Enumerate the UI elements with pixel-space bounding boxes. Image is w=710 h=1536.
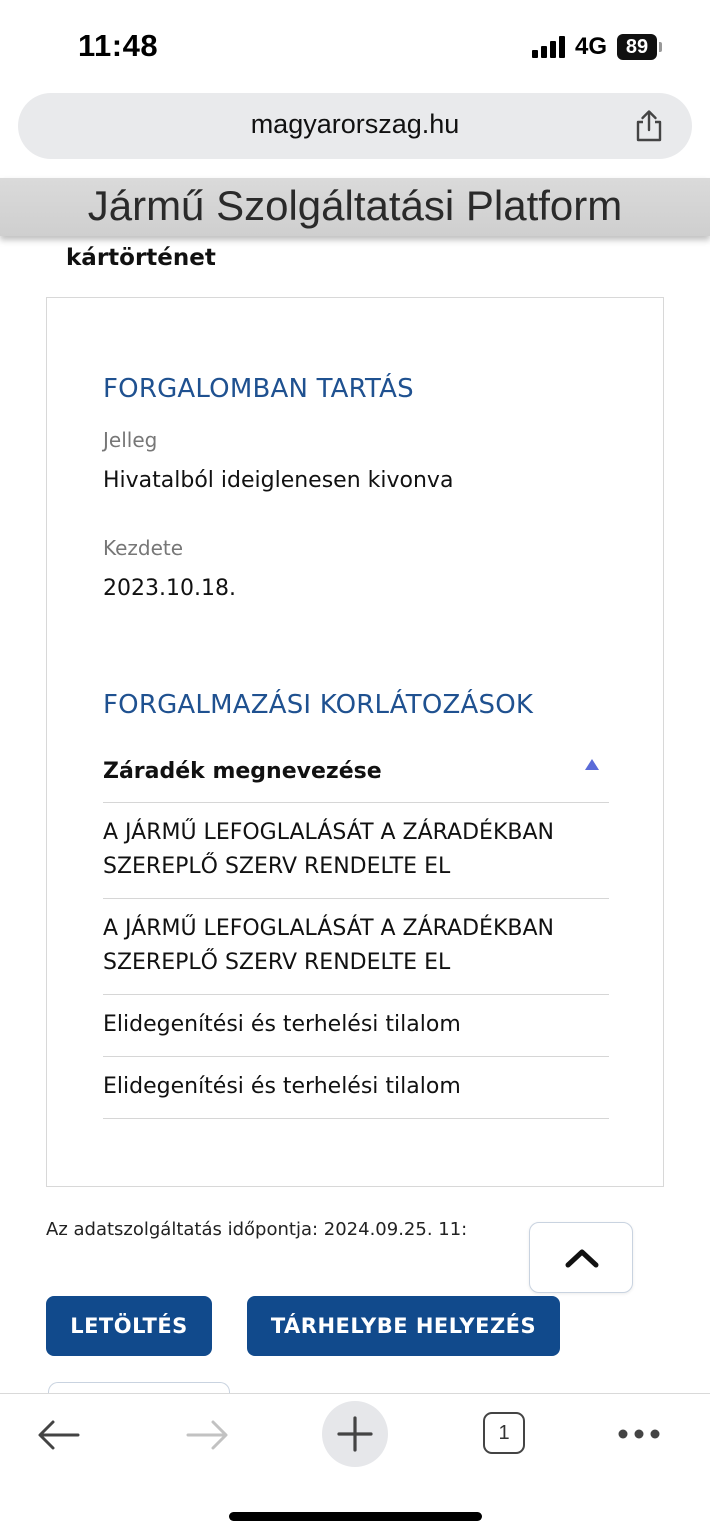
share-icon[interactable] [632,109,666,143]
traffic-status-heading: FORGALOMBAN TARTÁS [103,374,414,404]
table-row: A JÁRMŰ LEFOGLALÁSÁT A ZÁRADÉKBAN SZEREP… [103,899,609,995]
tab-switcher-icon[interactable]: 1 [483,1412,525,1454]
restrictions-heading: FORGALMAZÁSI KORLÁTOZÁSOK [103,690,534,720]
data-timestamp: Az adatszolgáltatás időpontja: 2024.09.2… [46,1219,468,1240]
column-header-clause-name[interactable]: Záradék megnevezése [103,759,382,784]
battery-level: 89 [617,34,657,60]
section-title: kártörténet [66,245,216,271]
back-arrow-icon[interactable] [36,1418,82,1452]
save-to-storage-button[interactable]: TÁRHELYBE HELYEZÉS [247,1296,560,1356]
restrictions-table: Záradék megnevezése A JÁRMŰ LEFOGLALÁSÁT… [103,753,609,1119]
forward-arrow-icon[interactable] [184,1418,230,1452]
more-options-icon[interactable] [616,1427,662,1441]
download-button[interactable]: LETÖLTÉS [46,1296,212,1356]
sort-ascending-icon[interactable] [585,759,599,770]
site-title: Jármű Szolgáltatási Platform [87,182,623,229]
table-row: A JÁRMŰ LEFOGLALÁSÁT A ZÁRADÉKBAN SZEREP… [103,803,609,899]
status-indicators: 4G 89 [531,33,662,61]
network-type: 4G [574,33,607,60]
table-header[interactable]: Záradék megnevezése [103,753,609,803]
type-value: Hivatalból ideiglenesen kivonva [103,468,454,493]
vehicle-history-card: FORGALOMBAN TARTÁS Jelleg Hivatalból ide… [46,297,664,1187]
start-label: Kezdete [103,536,184,560]
chevron-up-icon [565,1249,599,1268]
battery-icon: 89 [617,34,662,60]
scroll-to-top-button[interactable] [529,1222,633,1293]
table-row: Elidegenítési és terhelési tilalom [103,1057,609,1119]
type-label: Jelleg [103,428,158,452]
home-indicator [229,1512,482,1521]
table-row: Elidegenítési és terhelési tilalom [103,995,609,1057]
url-text[interactable]: magyarorszag.hu [18,109,692,140]
status-bar: 11:48 4G 89 [0,0,710,90]
new-tab-icon[interactable] [322,1401,388,1467]
start-value: 2023.10.18. [103,576,236,601]
address-bar[interactable]: magyarorszag.hu [18,93,692,159]
status-time: 11:48 [78,28,159,63]
site-header: Jármű Szolgáltatási Platform [0,178,710,236]
signal-icon [531,36,565,58]
